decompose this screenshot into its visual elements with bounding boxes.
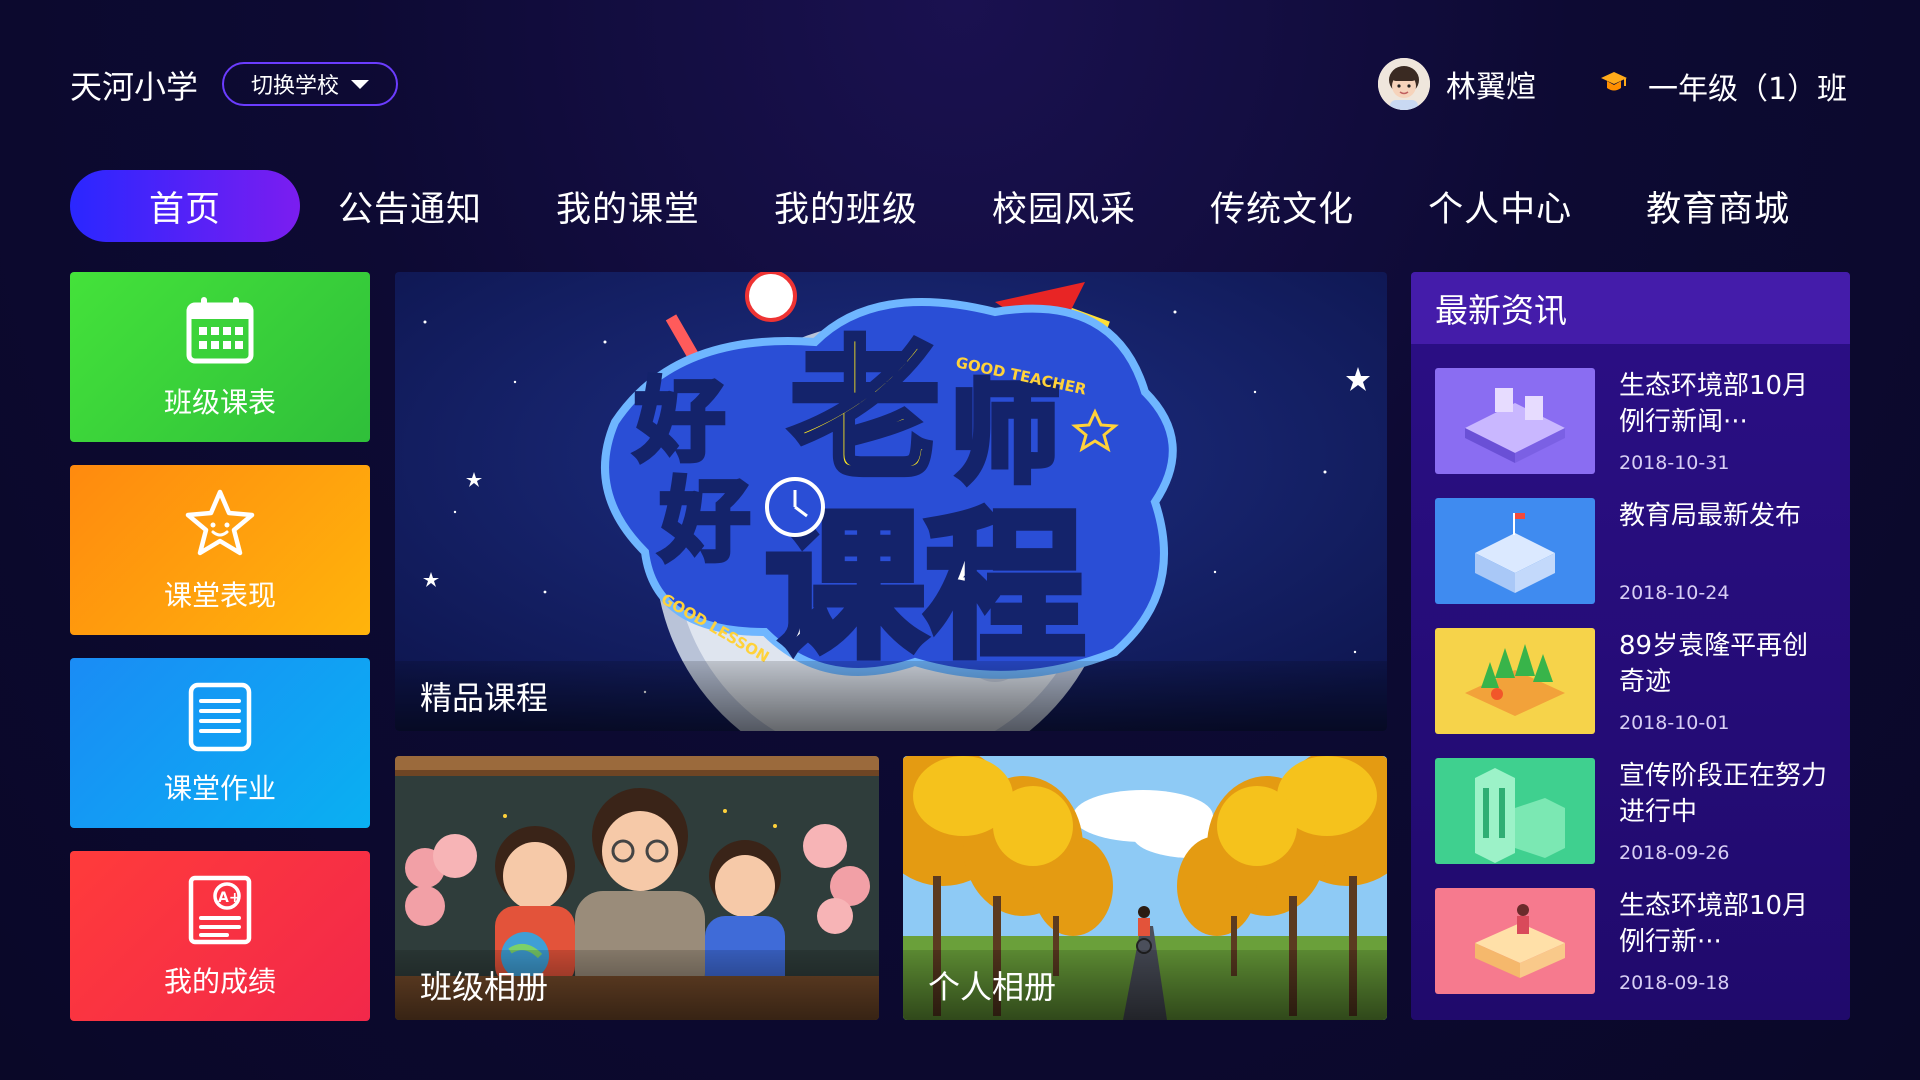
nav-item-my-class[interactable]: 我的班级	[750, 170, 942, 242]
news-date: 2018-10-24	[1619, 582, 1730, 604]
star-icon	[185, 489, 255, 556]
svg-text:A+: A+	[218, 890, 241, 906]
news-title: 教育局最新发布	[1619, 501, 1802, 531]
user-name: 林翼煊	[1446, 70, 1536, 105]
class-schedule-tile[interactable]: 班级课表	[70, 272, 370, 442]
tile-label: 课堂表现	[163, 579, 276, 612]
news-item[interactable]: 生态环境部10月例行新闻··· 2018-10-31	[1435, 368, 1835, 474]
main-nav: 首页 公告通知 我的课堂 我的班级 校园风采 传统文化 个人中心 教育商城	[70, 170, 1840, 242]
news-item[interactable]: 宣传阶段正在努力进行中 2018-09-26	[1435, 758, 1835, 864]
featured-course-label: 精品课程	[395, 661, 1387, 731]
nav-item-education-mall[interactable]: 教育商城	[1622, 170, 1814, 242]
class-album-card[interactable]: 班级相册	[395, 756, 879, 1020]
news-thumbnail	[1435, 758, 1595, 864]
nav-item-my-classroom[interactable]: 我的课堂	[532, 170, 724, 242]
news-date: 2018-10-31	[1619, 452, 1730, 474]
switch-school-button[interactable]: 切换学校	[222, 62, 398, 106]
news-thumbnail	[1435, 888, 1595, 994]
school-name: 天河小学	[70, 68, 199, 106]
news-date: 2018-09-18	[1619, 972, 1730, 994]
news-thumbnail	[1435, 498, 1595, 604]
news-panel-title: 最新资讯	[1411, 272, 1850, 344]
news-item[interactable]: 教育局最新发布 2018-10-24	[1435, 498, 1835, 604]
class-album-label: 班级相册	[395, 950, 879, 1020]
news-thumbnail	[1435, 368, 1595, 474]
news-date: 2018-10-01	[1619, 712, 1730, 734]
tile-label: 我的成绩	[163, 965, 276, 998]
nav-item-home[interactable]: 首页	[70, 170, 300, 242]
nav-item-culture[interactable]: 传统文化	[1186, 170, 1378, 242]
avatar	[1378, 58, 1430, 110]
personal-album-card[interactable]: 个人相册	[903, 756, 1387, 1020]
featured-course-card[interactable]: 老 师 好 好 课程 GOOD TEACHER GOOD LESSON 精品课程	[395, 272, 1387, 731]
document-list-icon	[188, 682, 252, 752]
calendar-icon	[186, 297, 254, 364]
caret-down-icon	[351, 79, 369, 89]
news-date: 2018-09-26	[1619, 842, 1730, 864]
news-item[interactable]: 89岁袁隆平再创奇迹 2018-10-01	[1435, 628, 1835, 734]
class-info: 一年级（1）班	[1600, 64, 1847, 108]
banner-title-teacher: 老	[790, 324, 940, 498]
homework-tile[interactable]: 课堂作业	[70, 658, 370, 828]
nav-item-personal-center[interactable]: 个人中心	[1404, 170, 1596, 242]
switch-school-label: 切换学校	[250, 74, 339, 99]
nav-item-campus[interactable]: 校园风采	[968, 170, 1160, 242]
tile-label: 班级课表	[163, 386, 276, 419]
class-name: 一年级（1）班	[1648, 72, 1848, 107]
graduation-cap-icon	[1600, 68, 1628, 104]
news-title: 生态环境部10月例行新闻···	[1619, 371, 1809, 437]
personal-album-label: 个人相册	[903, 950, 1387, 1020]
my-grades-tile[interactable]: A+ 我的成绩	[70, 851, 370, 1021]
news-title: 生态环境部10月例行新···	[1619, 891, 1809, 957]
news-item[interactable]: 生态环境部10月例行新··· 2018-09-18	[1435, 888, 1835, 994]
news-panel: 最新资讯 生态环境部10月例行新闻··· 2018-10-31 教育局最新发布	[1411, 272, 1850, 1020]
news-thumbnail	[1435, 628, 1595, 734]
tile-label: 课堂作业	[163, 772, 276, 805]
nav-item-announcements[interactable]: 公告通知	[314, 170, 506, 242]
banner-title-good: 好	[634, 369, 725, 474]
news-title: 89岁袁隆平再创奇迹	[1619, 631, 1809, 697]
grade-report-icon: A+	[188, 875, 252, 945]
banner-title-good-2: 好	[659, 469, 750, 574]
class-performance-tile[interactable]: 课堂表现	[70, 465, 370, 635]
user-profile[interactable]: 林翼煊	[1378, 58, 1536, 110]
news-title: 宣传阶段正在努力进行中	[1619, 761, 1828, 827]
